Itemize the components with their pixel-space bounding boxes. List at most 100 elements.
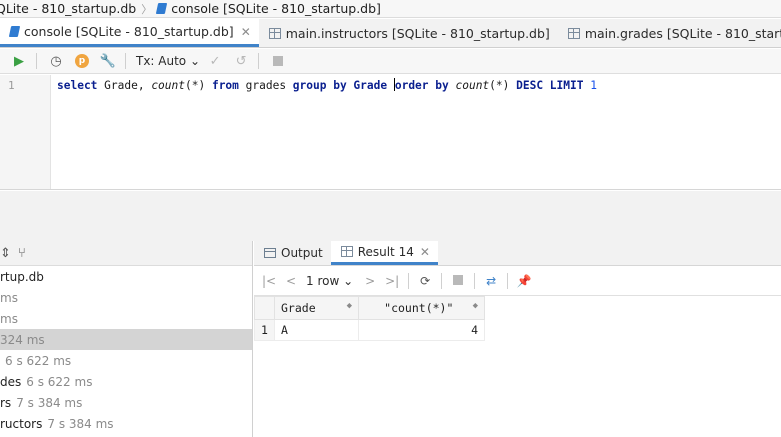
sort-icon[interactable]: ◆: [473, 301, 478, 311]
tree-item-duration: 7 s 384 ms: [47, 416, 114, 431]
breadcrumb: QLite - 810_startup.db 〉 console [SQLite…: [0, 0, 781, 18]
code-text: grades: [238, 79, 293, 92]
clock-icon[interactable]: ◷: [45, 51, 67, 71]
tab-main-grades[interactable]: main.grades [SQLite - 810_startup.db]: [558, 19, 781, 47]
tree-item[interactable]: rs 7 s 384 ms: [0, 392, 252, 413]
stop-square: [453, 274, 464, 285]
filter-icon[interactable]: ⑂: [18, 246, 26, 261]
stop-icon[interactable]: [447, 274, 469, 288]
close-icon[interactable]: ✕: [420, 245, 430, 259]
row-count-label: 1 row: [306, 273, 340, 288]
breadcrumb-console[interactable]: console [SQLite - 810_startup.db]: [171, 1, 381, 16]
tree-item-duration: ms: [0, 311, 18, 326]
tab-label: console [SQLite - 810_startup.db]: [24, 24, 234, 39]
column-header-count[interactable]: "count(*)" ◆: [358, 296, 485, 320]
column-header-grade[interactable]: Grade ◆: [274, 296, 359, 320]
sort-icon[interactable]: ◆: [347, 301, 352, 311]
toolbar-divider: [507, 272, 509, 289]
toolbar-divider: [125, 53, 126, 69]
row-number: 1: [254, 319, 275, 341]
tree-item[interactable]: ructors 7 s 384 ms: [0, 413, 252, 434]
tab-label: Output: [281, 246, 323, 260]
profile-button[interactable]: p: [71, 51, 93, 71]
tab-label: main.instructors [SQLite - 810_startup.d…: [285, 25, 550, 41]
breadcrumb-db[interactable]: QLite - 810_startup.db: [0, 1, 136, 16]
kw-group-by: group by: [292, 79, 347, 92]
console-db-icon: [156, 3, 168, 14]
console-db-icon: [8, 26, 21, 37]
undo-icon[interactable]: ↺: [230, 51, 252, 71]
tab-label: main.grades [SQLite - 810_startup.db]: [584, 25, 781, 41]
table-row[interactable]: 1 A 4: [254, 319, 485, 341]
results-tab-bar: Output Result 14 ✕: [254, 241, 781, 266]
tree-item-duration: 324 ms: [0, 332, 45, 347]
row-count-select[interactable]: 1 row ⌄: [306, 274, 353, 288]
tree-item-label: ructors: [0, 416, 43, 431]
expand-collapse-icon[interactable]: ⇕: [0, 246, 14, 261]
services-panel: ⇕ ⑂ rtup.db ms ms 324 ms 6 s 622 ms des 6…: [0, 241, 253, 437]
sql-query-line[interactable]: select Grade, count(*) from grades group…: [57, 78, 597, 92]
code-text: (*): [489, 79, 517, 92]
transaction-mode-select[interactable]: Tx: Auto ⌄: [136, 54, 200, 68]
toolbar-divider: [441, 272, 443, 289]
services-toolbar: ⇕ ⑂: [0, 241, 252, 266]
tab-result[interactable]: Result 14 ✕: [330, 241, 438, 265]
next-page-icon[interactable]: >: [359, 274, 381, 288]
tree-item[interactable]: ms: [0, 308, 252, 329]
close-icon[interactable]: ✕: [241, 25, 251, 39]
cell-count[interactable]: 4: [358, 319, 485, 341]
breadcrumb-separator-icon: 〉: [141, 2, 153, 16]
chevron-down-icon: ⌄: [343, 273, 354, 288]
tree-item-label: des: [0, 374, 22, 389]
toolbar-divider: [36, 53, 37, 69]
code-text: Grade,: [97, 79, 152, 92]
tree-item-label: rtup.db: [0, 269, 44, 284]
previous-page-icon[interactable]: <: [280, 274, 302, 288]
code-text: Grade: [346, 79, 394, 92]
tab-label: Result 14: [357, 244, 414, 259]
tree-item-duration: 6 s 622 ms: [5, 353, 72, 368]
results-toolbar: |< < 1 row ⌄ > >| ⟳ ⇄ 📌: [254, 266, 781, 296]
refresh-icon[interactable]: ⟳: [414, 274, 436, 288]
check-icon[interactable]: ✓: [204, 51, 226, 71]
table-header-row: Grade ◆ "count(*)" ◆: [254, 296, 485, 320]
play-icon[interactable]: ▶: [8, 51, 30, 71]
tree-item-duration: ms: [0, 290, 18, 305]
cell-grade[interactable]: A: [274, 319, 359, 341]
wrench-icon[interactable]: 🔧: [97, 51, 119, 71]
tx-label: Tx: Auto: [136, 54, 187, 68]
tree-item[interactable]: des 6 s 622 ms: [0, 371, 252, 392]
transpose-icon[interactable]: ⇄: [480, 274, 502, 288]
tree-item-duration: 7 s 384 ms: [16, 395, 83, 410]
num-literal: 1: [590, 79, 597, 92]
tree-item[interactable]: rtup.db: [0, 266, 252, 287]
column-header-label: Grade: [281, 301, 316, 315]
tree-item[interactable]: ms: [0, 287, 252, 308]
toolbar-divider: [258, 53, 260, 69]
kw-desc-limit: DESC LIMIT: [516, 79, 584, 92]
tree-item-selected[interactable]: 324 ms: [0, 329, 252, 350]
kw-order-by: order by: [394, 79, 449, 92]
results-table: Grade ◆ "count(*)" ◆ 1 A 4: [254, 296, 485, 341]
row-number-header: [254, 296, 275, 320]
tab-console[interactable]: console [SQLite - 810_startup.db] ✕: [0, 19, 259, 47]
tab-output[interactable]: Output: [254, 241, 331, 265]
kw-select: select: [57, 79, 98, 92]
last-page-icon[interactable]: >|: [381, 274, 403, 288]
toolbar-divider: [474, 272, 476, 289]
sql-editor[interactable]: 1 select Grade, count(*) from grades gro…: [0, 75, 781, 190]
column-header-label: "count(*)": [384, 301, 454, 315]
stop-icon[interactable]: [267, 51, 289, 71]
line-gutter: 1: [0, 75, 51, 189]
table-icon: [340, 246, 353, 257]
tree-item[interactable]: 6 s 622 ms: [0, 350, 252, 371]
profile-badge: p: [75, 54, 89, 68]
first-page-icon[interactable]: |<: [258, 274, 280, 288]
fn-count: count: [151, 79, 185, 92]
stop-square: [273, 56, 284, 66]
tab-main-instructors[interactable]: main.instructors [SQLite - 810_startup.d…: [259, 19, 558, 47]
fn-count: count: [455, 79, 490, 92]
chevron-down-icon: ⌄: [189, 54, 201, 68]
code-text: (*): [185, 79, 212, 92]
pin-icon[interactable]: 📌: [513, 274, 535, 288]
